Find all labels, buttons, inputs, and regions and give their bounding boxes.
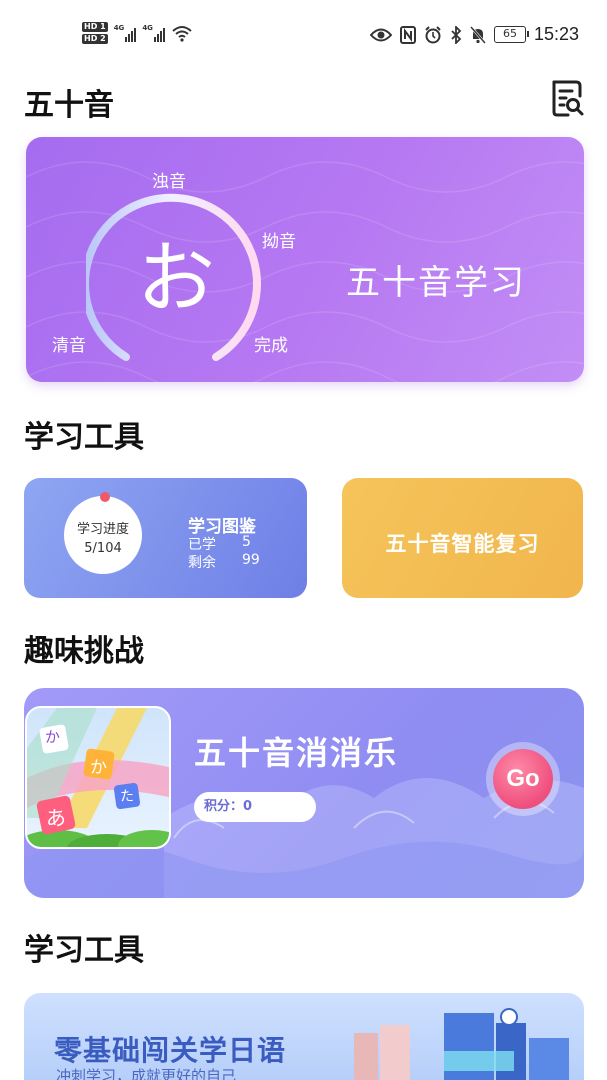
label-youon: 拗音 [262,232,296,252]
smart-review-card[interactable]: 五十音智能复习 [342,478,583,598]
search-doc-icon[interactable] [548,78,586,118]
progress-value: 5/104 [84,541,122,556]
go-button[interactable]: Go [486,742,560,816]
signal-icon: 4G [114,24,137,42]
hd1-badge: HD 1 [82,22,108,32]
beginner-course-banner[interactable]: 零基础闯关学日语 冲刺学习，成就更好的自己 [24,993,584,1080]
wifi-icon [172,26,192,42]
kana-learning-card[interactable]: お 清音 浊音 拗音 完成 五十音学习 [26,137,584,382]
game-title: 五十音消消乐 [194,734,399,772]
tile-ta: た [120,789,134,805]
clock: 15:23 [533,24,579,44]
mute-bell-icon [470,25,486,44]
signal-icon-2: 4G [142,24,165,42]
kana-dex-card[interactable]: 学习进度 5/104 学习图鉴 已学 5 剩余 99 [24,478,307,598]
tile-a: あ [46,806,66,830]
signal-group: HD 1 HD 2 4G 4G [82,22,193,44]
banner-title: 零基础闯关学日语 [54,1034,287,1067]
score-pill: 积分：0 [194,792,316,822]
dex-learned-row: 已学 5 [188,534,251,554]
section-title-challenge: 趣味挑战 [24,634,144,669]
kana-character: お [136,234,215,324]
kana-learning-title: 五十音学习 [346,263,526,303]
section-title-tools-2: 学习工具 [24,933,144,968]
dex-remaining-value: 99 [242,552,260,568]
section-title-tools: 学习工具 [24,420,144,455]
label-done: 完成 [254,336,288,356]
progress-label: 学习进度 [76,522,129,537]
dex-learned-label: 已学 [188,537,216,553]
battery-indicator: 65 [493,26,529,43]
dex-remaining-label: 剩余 [188,555,216,571]
dex-remaining-row: 剩余 99 [188,552,260,572]
label-seion: 清音 [52,336,86,356]
banner-subtitle: 冲刺学习，成就更好的自己 [56,1067,237,1080]
dex-learned-value: 5 [242,534,251,550]
status-icons: 65 15:23 [369,24,579,45]
alarm-icon [425,25,441,43]
smart-review-label: 五十音智能复习 [385,532,540,556]
bluetooth-icon [451,25,462,44]
label-dakuon: 浊音 [152,172,186,192]
tile-ka-1: か [45,728,61,746]
hd2-badge: HD 2 [82,34,108,44]
eye-icon [369,28,392,41]
progress-dot [100,492,110,502]
page-title: 五十音 [24,88,114,123]
status-bar: HD 1 HD 2 4G 4G 65 15:23 [0,0,607,70]
nfc-icon [399,25,416,44]
game-thumbnail: か か た あ [25,706,171,849]
tile-ka-2: か [90,758,107,778]
go-label: Go [493,749,553,809]
progress-circle: 学习进度 5/104 [64,496,142,574]
